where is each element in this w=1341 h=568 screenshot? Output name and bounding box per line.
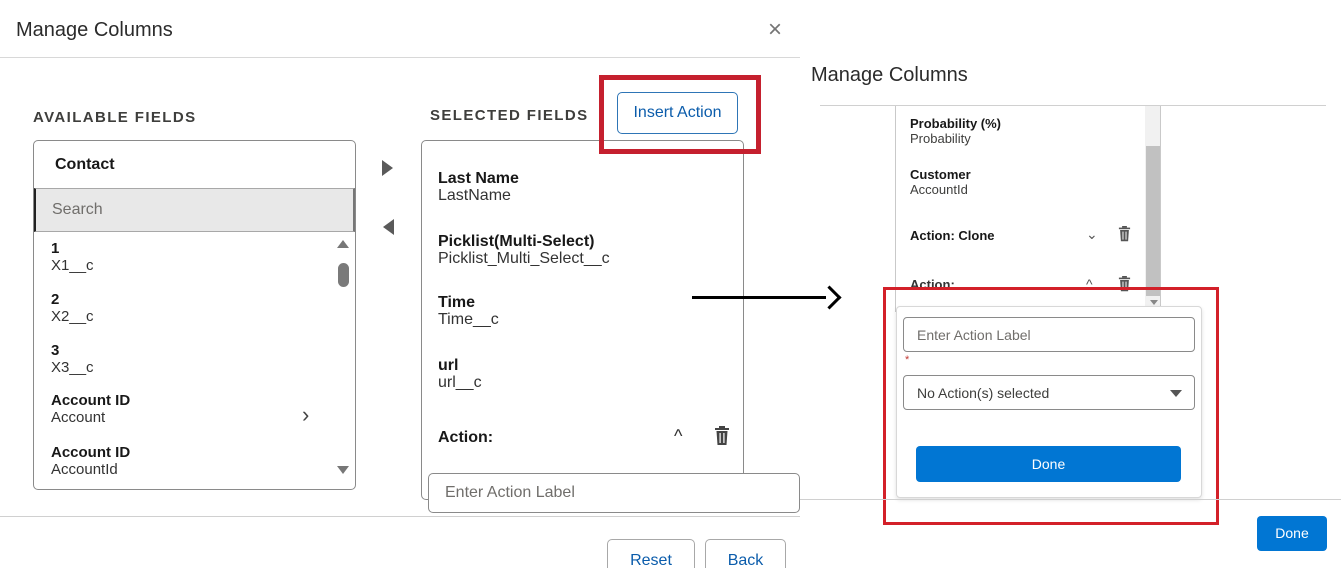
action-row-label: Action: [438,429,494,446]
scroll-down-arrow-icon[interactable] [337,466,349,474]
footer-divider [0,516,800,517]
action-label-input[interactable] [428,473,800,513]
selected-fields-list: Probability (%) Probability Customer Acc… [895,106,1161,312]
scrollbar-thumb[interactable] [1146,146,1160,296]
available-fields-list: Contact 1 X1__c 2 X2__c 3 X3__c Account … [33,140,356,490]
available-field-item[interactable]: Account ID AccountId [51,444,331,479]
chevron-up-icon[interactable]: ^ [674,426,682,447]
selected-field-item[interactable]: Last Name LastName [438,170,519,205]
selected-fields-heading: SELECTED FIELDS [430,107,589,124]
close-icon[interactable]: × [768,18,782,42]
clone-action-row[interactable]: Action: Clone [910,228,995,243]
available-fields-heading: AVAILABLE FIELDS [33,109,197,126]
left-modal-title: Manage Columns [16,19,173,41]
selected-fields-list: Last Name LastName Picklist(Multi-Select… [421,140,744,500]
available-field-item[interactable]: Account ID Account [51,392,331,427]
chevron-down-icon[interactable]: ⌄ [1086,226,1098,243]
selected-field-item[interactable]: Customer AccountId [910,167,971,197]
selected-field-item[interactable]: url url__c [438,357,482,392]
available-field-item[interactable]: 3 X3__c [51,342,331,377]
scroll-up-arrow-icon[interactable] [337,240,349,248]
trash-icon[interactable] [714,426,730,446]
highlight-box [883,287,1219,525]
scrollbar-thumb[interactable] [338,263,349,287]
back-button[interactable]: Back [705,539,786,568]
selected-field-item[interactable]: Probability (%) Probability [910,116,1001,146]
trash-icon[interactable] [1118,226,1131,242]
header-divider [0,57,800,58]
selected-field-item[interactable]: Time Time__c [438,294,499,329]
highlight-box [599,75,761,154]
available-field-item[interactable]: 1 X1__c [51,240,331,275]
move-to-available-button[interactable] [383,219,394,235]
available-field-item[interactable]: 2 X2__c [51,291,331,326]
arrow-right-icon [817,285,842,310]
object-name: Contact [55,156,115,173]
search-input[interactable] [34,188,355,232]
selected-field-item[interactable]: Picklist(Multi-Select) Picklist_Multi_Se… [438,233,610,268]
move-to-selected-button[interactable] [382,160,393,176]
arrow-line [692,296,826,299]
reset-button[interactable]: Reset [607,539,695,568]
right-modal-title: Manage Columns [811,64,968,86]
done-button[interactable]: Done [1257,516,1327,551]
chevron-right-icon[interactable]: › [302,402,309,428]
footer-divider [800,499,1341,500]
